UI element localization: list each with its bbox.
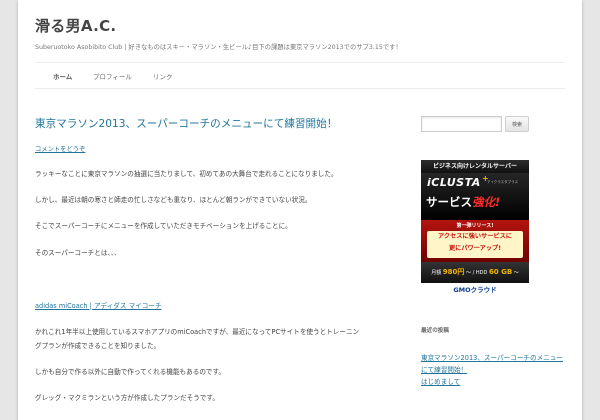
ad-price-value: 980円	[442, 268, 465, 276]
post-paragraph: そのスーパーコーチとは、、、	[35, 249, 121, 257]
ad-kyoka: 強化!	[472, 195, 501, 209]
ad-line-1: アクセスに強いサービスに	[438, 233, 512, 240]
ad-headline: ビジネス向けレンタルサーバー	[421, 160, 529, 173]
post-paragraph: ラッキーなことに東京マラソンの抽選に当たりまして、初めてあの大舞台で走れることに…	[35, 170, 338, 178]
ad-price: 月額 980円 〜 / HDD 60 GB 〜	[421, 262, 529, 283]
main-nav: ホーム プロフィール リンク	[35, 62, 565, 89]
post-paragraph: かれこれ1年半以上使用しているスマホアプリのmiCoachですが、最近になってP…	[35, 328, 360, 336]
page: 滑る男A.C. Suberuotoko Asobibito Club | 好きな…	[18, 0, 582, 420]
ad-service-line: サービス強化!	[426, 194, 500, 210]
recent-post-link[interactable]: 東京マラソン2013、スーパーコーチのメニュー	[421, 352, 563, 364]
ad-brand-sub: アイクラスタプラス	[487, 180, 519, 184]
ad-brand: iCLUSTA	[427, 176, 481, 189]
recent-post-link[interactable]: にて練習開始！	[421, 364, 467, 376]
ad-hdd-value: 60 GB	[488, 268, 513, 276]
search-button[interactable]: 検索	[505, 116, 529, 132]
search-input[interactable]	[421, 116, 502, 132]
server-ad-banner[interactable]: ビジネス向けレンタルサーバー iCLUSTA + アイクラスタプラス サービス強…	[421, 160, 529, 297]
ad-price-mid: 〜 / HDD	[466, 270, 488, 276]
ad-price-prefix: 月額	[431, 270, 442, 276]
gmo-cloud-logo: GMOクラウド	[421, 283, 529, 297]
ad-price-suffix: 〜	[513, 270, 519, 276]
comment-link[interactable]: コメントをどうぞ	[35, 144, 85, 153]
post-paragraph: しかし、最近は朝の寒さと師走の忙しさなども重なり、ほとんど朝ランができていない状…	[35, 196, 312, 204]
post-paragraph: そこでスーパーコーチにメニューを作成していただきモチベーションを上げることに。	[35, 222, 292, 230]
post-paragraph: しかも自分で作る以外に自動で作ってくれる機能もあるのです。	[35, 368, 226, 376]
micoach-link[interactable]: adidas miCoach | アディダス マイコーチ	[35, 300, 162, 310]
nav-item-profile[interactable]: プロフィール	[93, 71, 132, 81]
recent-post-link[interactable]: はじめまして	[421, 376, 460, 388]
ad-release: 第一弾リリース!	[456, 223, 494, 229]
ad-message-box: アクセスに強いサービスに 更にパワーアップ!	[427, 231, 523, 258]
site-title[interactable]: 滑る男A.C.	[35, 15, 116, 36]
recent-posts-title: 最近の投稿	[421, 328, 449, 334]
ad-service: サービス	[426, 195, 472, 209]
ad-line-2: 更にパワーアップ!	[448, 245, 502, 252]
nav-item-links[interactable]: リンク	[153, 71, 173, 81]
post-title[interactable]: 東京マラソン2013、スーパーコーチのメニューにて練習開始！	[35, 116, 337, 131]
nav-item-home[interactable]: ホーム	[53, 71, 72, 81]
post-paragraph: グプランが作成できることを知りました。	[35, 342, 161, 350]
post-paragraph: グレッグ・マクミランという方が作成したプランだそうです。	[35, 394, 219, 402]
site-description: Suberuotoko Asobibito Club | 好きなものはスキー・マ…	[35, 44, 402, 51]
